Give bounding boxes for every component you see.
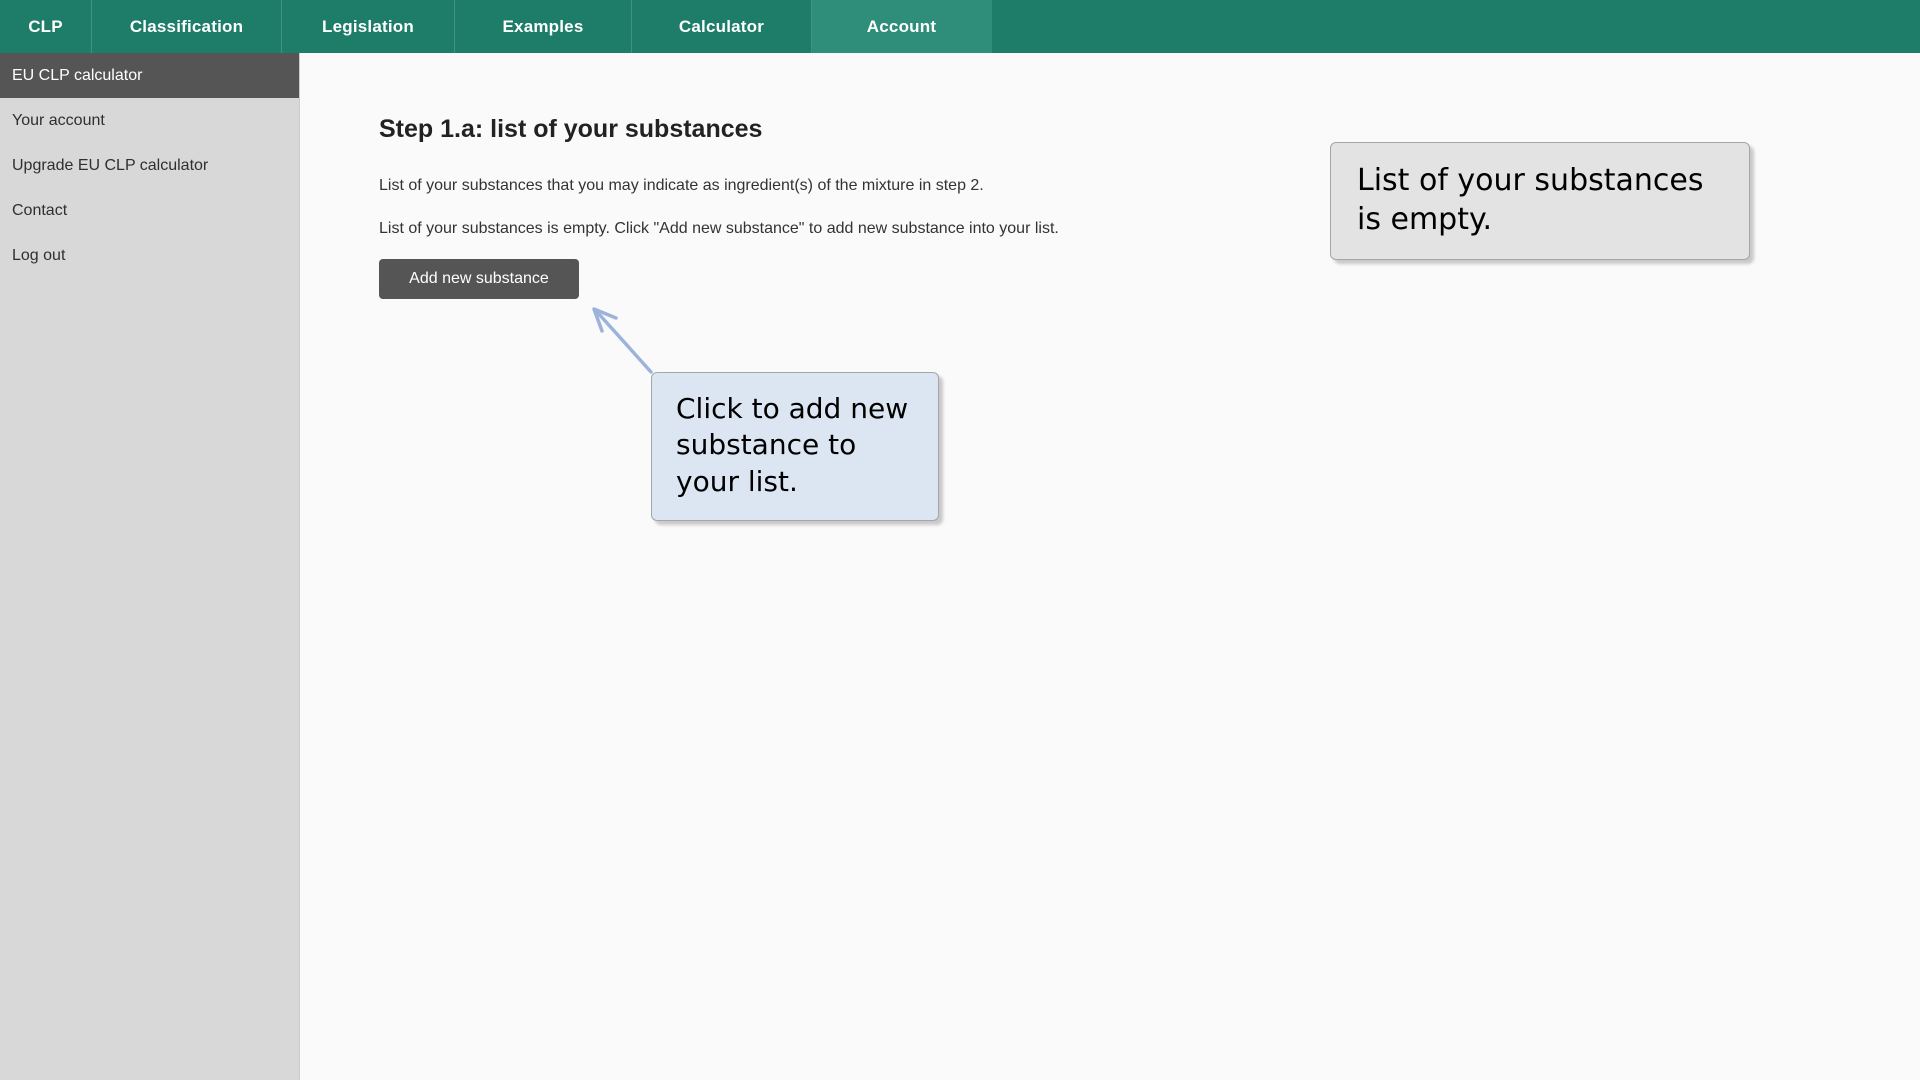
nav-tab-classification[interactable]: Classification (92, 0, 282, 53)
add-new-substance-button[interactable]: Add new substance (379, 259, 579, 299)
nav-tab-label: Examples (502, 16, 584, 36)
nav-tab-label: Account (866, 16, 937, 36)
page-title: Step 1.a: list of your substances (379, 115, 763, 143)
nav-tab-calculator[interactable]: Calculator (632, 0, 812, 53)
nav-empty-space (992, 0, 1920, 53)
sidebar-item-label: Contact (12, 201, 68, 219)
intro-paragraph: List of your substances that you may ind… (379, 177, 984, 194)
empty-list-paragraph: List of your substances is empty. Click … (379, 220, 1059, 237)
sidebar-item-contact[interactable]: Contact (0, 188, 299, 233)
callout-list-empty: List of your substances is empty. (1330, 142, 1750, 260)
sidebar-item-label: Your account (12, 111, 105, 129)
nav-tab-label: Legislation (322, 16, 414, 36)
nav-tab-account[interactable]: Account (812, 0, 992, 53)
nav-tab-examples[interactable]: Examples (455, 0, 632, 53)
nav-tab-label: CLP (28, 16, 63, 36)
nav-tab-label: Classification (129, 16, 244, 36)
callout-text: Click to add new substance to your list. (676, 392, 909, 498)
sidebar-item-label: EU CLP calculator (12, 66, 143, 84)
sidebar-item-your-account[interactable]: Your account (0, 98, 299, 143)
nav-tab-label: Calculator (678, 16, 765, 36)
callout-text: List of your substances is empty. (1357, 163, 1704, 237)
sidebar-item-label: Log out (12, 246, 66, 264)
top-navigation-bar: CLP Classification Legislation Examples … (0, 0, 1920, 53)
nav-tab-legislation[interactable]: Legislation (282, 0, 455, 53)
sidebar-item-log-out[interactable]: Log out (0, 233, 299, 278)
sidebar: EU CLP calculator Your account Upgrade E… (0, 53, 300, 1080)
sidebar-item-eu-clp-calculator[interactable]: EU CLP calculator (0, 53, 299, 98)
sidebar-item-upgrade[interactable]: Upgrade EU CLP calculator (0, 143, 299, 188)
sidebar-item-label: Upgrade EU CLP calculator (12, 156, 209, 174)
callout-click-to-add: Click to add new substance to your list. (651, 372, 939, 522)
nav-tab-clp[interactable]: CLP (0, 0, 92, 53)
